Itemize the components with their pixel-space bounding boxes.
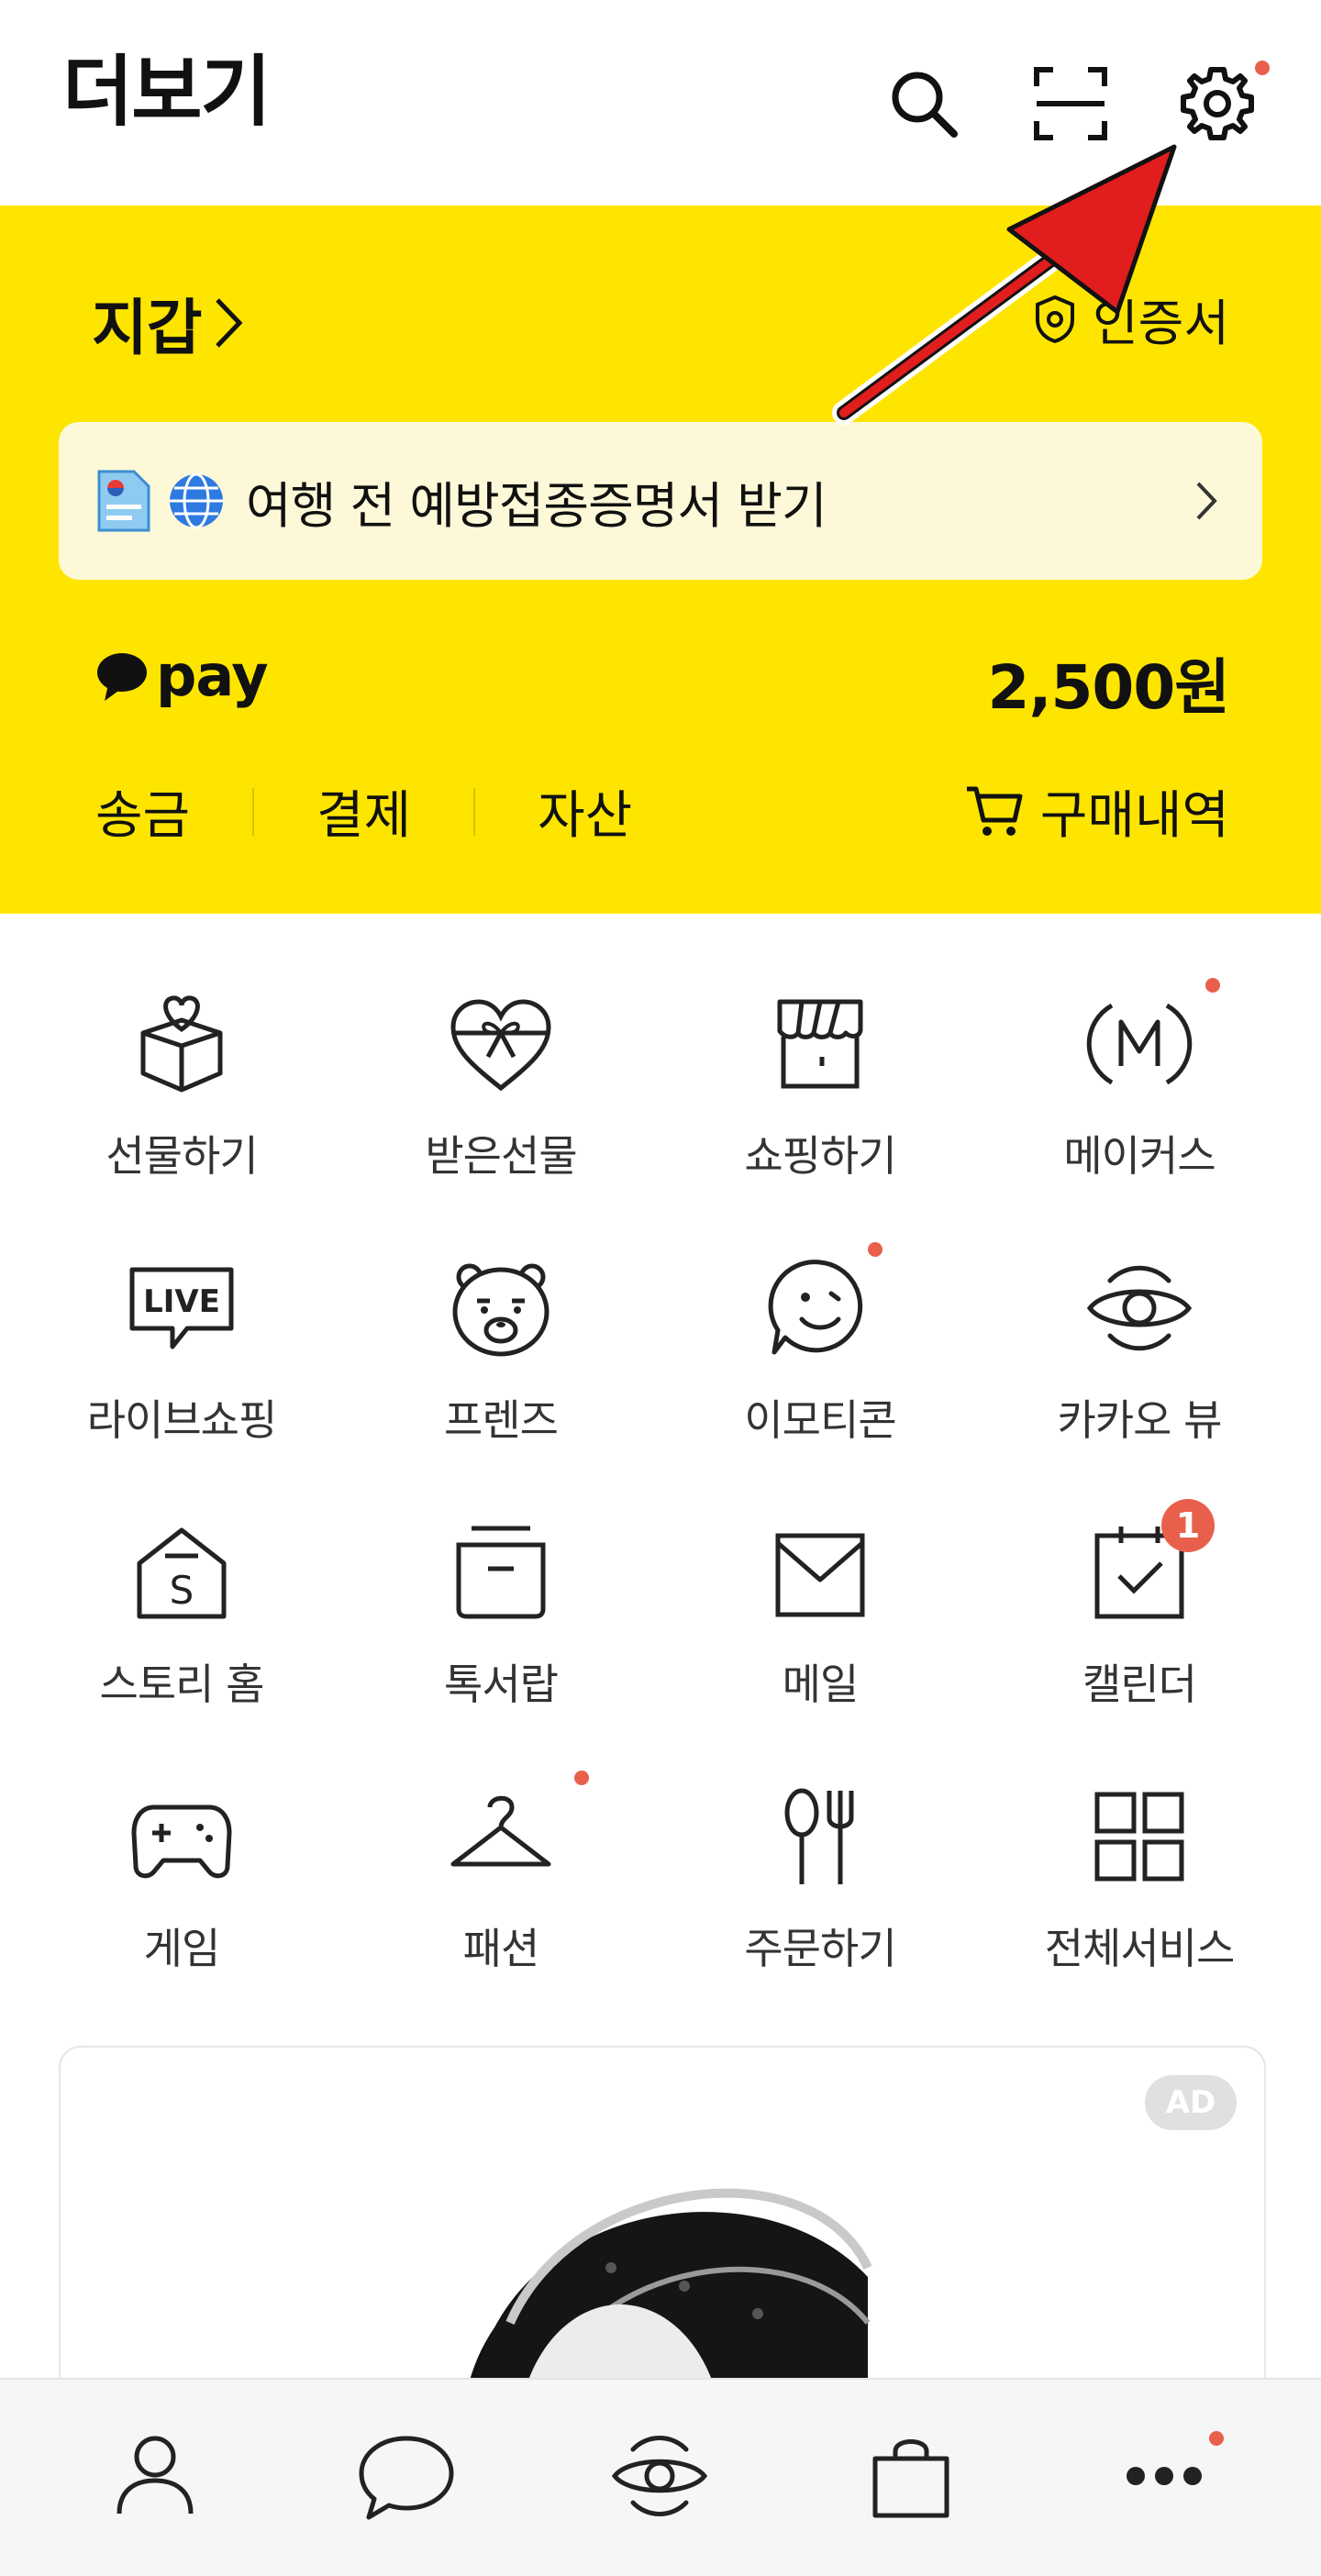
svg-text:LIVE: LIVE	[143, 1283, 220, 1320]
bear-face-icon	[452, 1263, 549, 1357]
service-all[interactable]: 전체서비스	[980, 1756, 1299, 2013]
shopping-bag-icon	[872, 2439, 949, 2518]
service-label: 패션	[462, 1924, 540, 1973]
pay-logo-text: pay	[156, 642, 269, 709]
notification-dot	[1205, 978, 1220, 993]
divider	[473, 787, 476, 836]
notification-dot	[1209, 2431, 1224, 2446]
service-label: 톡서랍	[444, 1660, 559, 1709]
tab-more[interactable]	[1114, 2426, 1224, 2526]
grid-icon	[1094, 1792, 1184, 1882]
more-dots-icon	[1127, 2467, 1202, 2485]
chat-bubble-icon	[359, 2436, 454, 2520]
cart-icon	[966, 786, 1023, 836]
notification-dot	[574, 1771, 589, 1785]
service-label: 라이브쇼핑	[86, 1395, 278, 1445]
tab-view[interactable]	[609, 2426, 710, 2526]
pay-menu: 송금 결제 자산	[95, 774, 632, 849]
ad-badge: AD	[1145, 2075, 1237, 2130]
drawer-icon	[456, 1526, 546, 1619]
service-emoticon[interactable]: 이모티콘	[660, 1227, 980, 1484]
annotation-arrow	[832, 144, 1177, 425]
gear-icon	[1181, 67, 1254, 140]
hanger-icon	[450, 1795, 551, 1867]
service-label: 프렌즈	[444, 1395, 559, 1445]
service-label: 받은선물	[425, 1131, 577, 1181]
pay-balance[interactable]: 2,500원	[988, 638, 1230, 727]
banner-text: 여행 전 예방접종증명서 받기	[246, 476, 827, 535]
divider	[252, 787, 255, 836]
wallet-link[interactable]: 지갑	[92, 279, 247, 367]
view-eye-icon	[611, 2436, 708, 2516]
service-live-shopping[interactable]: LIVE 라이브쇼핑	[22, 1227, 341, 1484]
makers-m-icon	[1086, 1003, 1193, 1085]
service-story-home[interactable]: S 스토리 홈	[22, 1492, 341, 1749]
service-label: 카카오 뷰	[1057, 1395, 1223, 1445]
service-label: 메일	[782, 1660, 860, 1709]
service-label: 쇼핑하기	[744, 1131, 896, 1181]
assets-button[interactable]: 자산	[538, 774, 632, 849]
globe-icon	[170, 472, 223, 529]
kakaopay-logo[interactable]: pay	[95, 642, 269, 709]
scan-button[interactable]	[1029, 62, 1112, 145]
service-kakao-view[interactable]: 카카오 뷰	[980, 1227, 1299, 1484]
tab-friends[interactable]	[105, 2426, 205, 2526]
tab-chats[interactable]	[356, 2426, 457, 2526]
svg-text:S: S	[170, 1568, 194, 1613]
service-shopping[interactable]: 쇼핑하기	[660, 963, 980, 1220]
gift-box-heart-icon	[140, 995, 223, 1093]
fork-spoon-icon	[784, 1788, 854, 1884]
person-icon	[117, 2436, 194, 2515]
heart-ribbon-icon	[450, 999, 551, 1092]
view-eye-icon	[1086, 1265, 1193, 1351]
service-gift[interactable]: 선물하기	[22, 963, 341, 1220]
settings-button[interactable]	[1176, 61, 1270, 145]
wallet-title: 지갑	[92, 293, 202, 363]
page-title: 더보기	[62, 47, 272, 137]
service-game[interactable]: 게임	[22, 1756, 341, 2013]
service-friends[interactable]: 프렌즈	[341, 1227, 660, 1484]
service-label: 메이커스	[1063, 1131, 1216, 1181]
store-icon	[777, 999, 863, 1089]
search-button[interactable]	[883, 62, 965, 145]
bottom-tab-bar	[0, 2378, 1321, 2576]
live-icon: LIVE	[129, 1267, 234, 1349]
service-label: 게임	[143, 1924, 221, 1973]
speech-bubble-icon	[97, 652, 147, 701]
smile-bubble-icon	[768, 1260, 863, 1355]
service-calendar[interactable]: 캘린더 1	[980, 1492, 1299, 1749]
service-label: 선물하기	[105, 1131, 258, 1181]
service-label: 스토리 홈	[99, 1660, 265, 1709]
service-fashion[interactable]: 패션	[341, 1756, 660, 2013]
chevron-right-icon	[1196, 482, 1217, 520]
service-label: 이모티콘	[744, 1395, 896, 1445]
notification-dot	[868, 1242, 883, 1257]
calendar-count-badge: 1	[1161, 1499, 1215, 1552]
document-icon	[97, 470, 150, 532]
service-label: 주문하기	[744, 1924, 896, 1973]
gamepad-icon	[131, 1804, 232, 1879]
vaccination-certificate-banner[interactable]: 여행 전 예방접종증명서 받기	[59, 422, 1262, 580]
service-label: 캘린더	[1082, 1660, 1197, 1709]
service-mail[interactable]: 메일	[660, 1492, 980, 1749]
service-received-gift[interactable]: 받은선물	[341, 963, 660, 1220]
service-label: 전체서비스	[1044, 1924, 1236, 1973]
service-order[interactable]: 주문하기	[660, 1756, 980, 2013]
transfer-button[interactable]: 송금	[95, 774, 190, 849]
service-makers[interactable]: 메이커스	[980, 963, 1299, 1220]
service-talk-drawer[interactable]: 톡서랍	[341, 1492, 660, 1749]
mail-icon	[775, 1533, 865, 1617]
chevron-right-icon	[216, 298, 243, 348]
tab-shopping[interactable]	[860, 2426, 961, 2526]
story-home-icon: S	[137, 1527, 227, 1619]
notification-dot	[1255, 61, 1270, 75]
search-icon	[892, 72, 958, 138]
purchase-history-label: 구매내역	[1039, 786, 1229, 846]
purchase-history-button[interactable]: 구매내역	[965, 774, 1229, 849]
scan-frame-icon	[1034, 67, 1107, 140]
payment-button[interactable]: 결제	[316, 774, 411, 849]
